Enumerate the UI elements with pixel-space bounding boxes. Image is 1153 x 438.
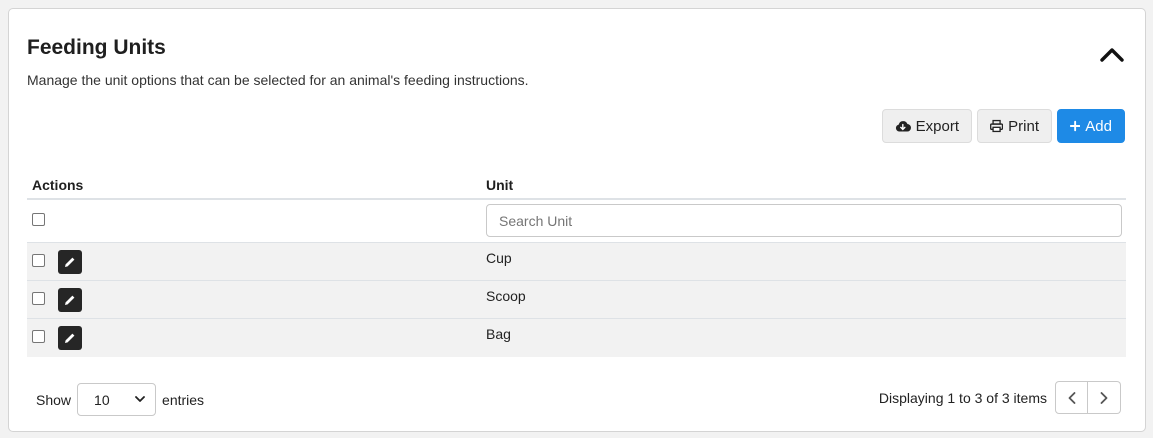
cloud-download-icon [895,121,911,132]
print-label: Print [1008,117,1039,135]
print-button[interactable]: Print [977,109,1052,143]
chevron-left-icon [1068,391,1075,404]
row-checkbox[interactable] [32,292,45,305]
units-table: Actions Unit Cup Scoop [27,169,1126,357]
edit-button[interactable] [58,250,82,274]
table-row: Bag [27,319,1126,357]
export-label: Export [915,117,959,135]
printer-icon [990,119,1004,133]
chevron-down-icon [135,396,145,402]
unit-cell: Scoop [486,288,526,304]
chevron-up-icon [1100,48,1124,62]
entries-label: entries [162,391,205,408]
unit-cell: Bag [486,326,511,342]
export-button[interactable]: Export [882,109,972,143]
column-header-actions: Actions [32,177,84,193]
page-title: Feeding Units [27,36,166,59]
select-all-checkbox[interactable] [32,213,45,226]
add-label: Add [1085,117,1112,135]
unit-cell: Cup [486,250,512,266]
page-description: Manage the unit options that can be sele… [27,72,529,88]
add-button[interactable]: Add [1057,109,1125,143]
table-row: Cup [27,243,1126,281]
column-header-unit: Unit [486,177,514,193]
table-header: Actions Unit [27,169,1126,200]
chevron-right-icon [1100,391,1108,404]
pencil-icon [65,295,75,305]
pagination: Displaying 1 to 3 of 3 items [879,381,1121,414]
row-checkbox[interactable] [32,330,45,343]
feeding-units-card: Feeding Units Manage the unit options th… [8,8,1146,432]
collapse-button[interactable] [1097,41,1127,67]
toolbar: Export Print Add [882,109,1125,143]
filter-row [27,200,1126,243]
previous-page-button[interactable] [1055,381,1088,414]
pagination-status: Displaying 1 to 3 of 3 items [878,389,1047,406]
pager-buttons [1055,381,1121,414]
search-unit-input[interactable] [486,204,1122,237]
table-row: Scoop [27,281,1126,319]
row-checkbox[interactable] [32,254,45,267]
pencil-icon [65,333,75,343]
page-size-control: Show 10 entries [36,383,204,416]
edit-button[interactable] [58,326,82,350]
show-label: Show [36,391,72,408]
page-size-value: 10 [94,391,110,408]
plus-icon [1070,120,1081,132]
edit-button[interactable] [58,288,82,312]
next-page-button[interactable] [1088,381,1121,414]
pencil-icon [65,257,75,267]
page-size-select[interactable]: 10 [77,383,157,416]
